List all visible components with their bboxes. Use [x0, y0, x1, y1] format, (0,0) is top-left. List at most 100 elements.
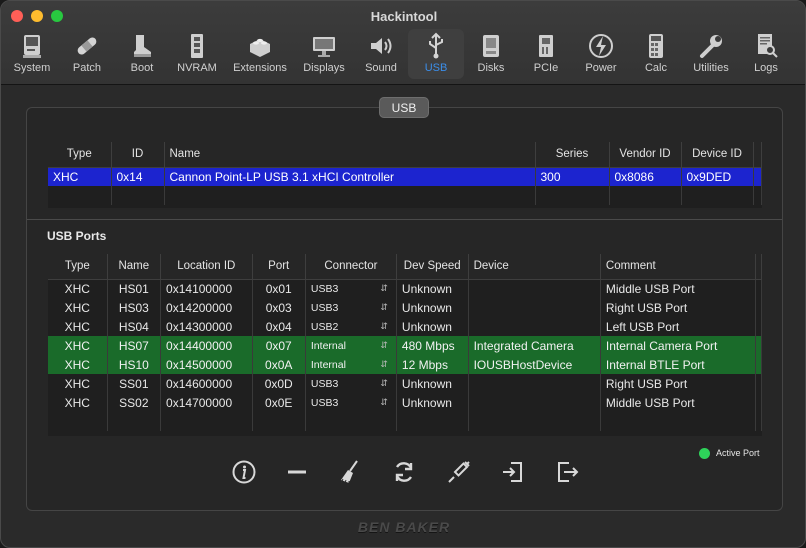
- col-name[interactable]: Name: [164, 142, 536, 168]
- inject-button[interactable]: [444, 459, 474, 489]
- col-connector[interactable]: Connector: [305, 254, 397, 280]
- speaker-icon: [353, 29, 409, 61]
- toolbar-item-power[interactable]: Power: [573, 29, 629, 79]
- cell-name: SS01: [107, 374, 162, 393]
- cell-dev-speed: Unknown: [396, 393, 469, 412]
- import-button[interactable]: [498, 459, 528, 489]
- cell-comment[interactable]: Middle USB Port: [600, 279, 757, 298]
- boot-icon: [114, 29, 170, 61]
- usb-ports-body: XHC HS01 0x14100000 0x01 USB3 ⇵ Unknown M…: [48, 279, 762, 431]
- connector-select[interactable]: Internal ⇵: [305, 336, 397, 355]
- toolbar-item-extensions[interactable]: Extensions: [230, 29, 290, 79]
- chevron-updown-icon: ⇵: [380, 339, 388, 350]
- usb-ports-heading: USB Ports: [47, 229, 107, 243]
- connector-value: USB2: [310, 320, 339, 333]
- table-row[interactable]: XHC 0x14 Cannon Point-LP USB 3.1 xHCI Co…: [48, 167, 762, 186]
- toolbar-item-logs[interactable]: Logs: [738, 29, 794, 79]
- toolbar-item-calc[interactable]: Calc: [628, 29, 684, 79]
- table-row[interactable]: XHC HS01 0x14100000 0x01 USB3 ⇵ Unknown M…: [48, 279, 762, 298]
- col-id[interactable]: ID: [111, 142, 165, 168]
- connector-select[interactable]: USB3 ⇵: [305, 279, 397, 298]
- info-button[interactable]: [229, 459, 259, 489]
- minus-icon: [284, 470, 310, 489]
- connector-select[interactable]: USB2 ⇵: [305, 317, 397, 336]
- toolbar-item-disks[interactable]: Disks: [463, 29, 519, 79]
- cell-device: Integrated Camera: [468, 336, 601, 355]
- table-row[interactable]: XHC HS04 0x14300000 0x04 USB2 ⇵ Unknown L…: [48, 317, 762, 336]
- toolbar-item-usb[interactable]: USB: [408, 29, 464, 79]
- connector-value: USB3: [310, 377, 339, 390]
- toolbar-item-system[interactable]: System: [4, 29, 60, 79]
- col-comment[interactable]: Comment: [600, 254, 757, 280]
- connector-select[interactable]: USB3 ⇵: [305, 374, 397, 393]
- cell-comment[interactable]: Right USB Port: [600, 374, 757, 393]
- chevron-updown-icon: ⇵: [380, 320, 388, 331]
- cell-device: [468, 393, 601, 412]
- col-port[interactable]: Port: [252, 254, 306, 280]
- toolbar-item-nvram[interactable]: NVRAM: [169, 29, 225, 79]
- table-header: Type ID Name Series Vendor ID Device ID: [48, 142, 762, 168]
- col-location-id[interactable]: Location ID: [160, 254, 253, 280]
- cell-comment[interactable]: Right USB Port: [600, 298, 757, 317]
- toolbar-item-patch[interactable]: Patch: [59, 29, 115, 79]
- toolbar-label-patch: Patch: [72, 62, 102, 74]
- segment-usb[interactable]: USB: [379, 97, 429, 118]
- table-row[interactable]: XHC HS03 0x14200000 0x03 USB3 ⇵ Unknown R…: [48, 298, 762, 317]
- toolbar-label-system: System: [13, 62, 51, 74]
- toolbar-label-power: Power: [585, 62, 617, 74]
- cell-device-id: 0x9DED: [681, 167, 754, 186]
- cell-comment[interactable]: Middle USB Port: [600, 393, 757, 412]
- col-device-id[interactable]: Device ID: [681, 142, 754, 168]
- cell-location-id: 0x14600000: [160, 374, 253, 393]
- toolbar-label-logs: Logs: [754, 62, 778, 74]
- col-dev-speed[interactable]: Dev Speed: [396, 254, 469, 280]
- remove-button[interactable]: [282, 459, 312, 489]
- refresh-button[interactable]: [389, 459, 419, 489]
- table-row[interactable]: XHC SS02 0x14700000 0x0E USB3 ⇵ Unknown M…: [48, 393, 762, 412]
- col-type[interactable]: Type: [48, 142, 112, 168]
- connector-value: USB3: [310, 301, 339, 314]
- titlebar: Hackintool System Patch Boot NVRAM Exten…: [1, 1, 805, 85]
- cell-name: HS04: [107, 317, 162, 336]
- toolbar-item-utilities[interactable]: Utilities: [683, 29, 739, 79]
- table-row-active[interactable]: XHC HS07 0x14400000 0x07 Internal ⇵ 480 M…: [48, 336, 762, 355]
- clear-button[interactable]: [335, 459, 365, 489]
- col-device[interactable]: Device: [468, 254, 601, 280]
- cell-comment[interactable]: Internal BTLE Port: [600, 355, 757, 374]
- toolbar-item-displays[interactable]: Displays: [296, 29, 352, 79]
- table-row-active[interactable]: XHC HS10 0x14500000 0x0A Internal ⇵ 12 Mb…: [48, 355, 762, 374]
- connector-select[interactable]: Internal ⇵: [305, 355, 397, 374]
- cell-port: 0x04: [252, 317, 306, 336]
- toolbar-item-sound[interactable]: Sound: [353, 29, 409, 79]
- col-type[interactable]: Type: [48, 254, 108, 280]
- toolbar-label-nvram: NVRAM: [177, 62, 217, 74]
- cell-comment[interactable]: Internal Camera Port: [600, 336, 757, 355]
- cell-location-id: 0x14200000: [160, 298, 253, 317]
- col-series[interactable]: Series: [535, 142, 610, 168]
- calculator-icon: [628, 29, 684, 61]
- lightning-icon: [573, 29, 629, 61]
- cell-location-id: 0x14100000: [160, 279, 253, 298]
- chevron-updown-icon: ⇵: [380, 396, 388, 407]
- export-button[interactable]: [552, 459, 582, 489]
- col-name[interactable]: Name: [107, 254, 162, 280]
- syringe-icon: [446, 461, 472, 489]
- monitor-icon: [296, 29, 352, 61]
- cell-comment[interactable]: Left USB Port: [600, 317, 757, 336]
- table-row[interactable]: XHC SS01 0x14600000 0x0D USB3 ⇵ Unknown R…: [48, 374, 762, 393]
- usb-ports-table: Type Name Location ID Port Connector Dev…: [48, 254, 762, 436]
- cell-port: 0x0A: [252, 355, 306, 374]
- cell-port: 0x0E: [252, 393, 306, 412]
- log-search-icon: [738, 29, 794, 61]
- active-port-dot: [699, 448, 710, 460]
- refresh-icon: [391, 462, 417, 489]
- section-divider: [27, 219, 782, 220]
- connector-select[interactable]: USB3 ⇵: [305, 393, 397, 412]
- connector-select[interactable]: USB3 ⇵: [305, 298, 397, 317]
- cell-port: 0x0D: [252, 374, 306, 393]
- col-vendor-id[interactable]: Vendor ID: [609, 142, 682, 168]
- info-icon: [231, 460, 257, 489]
- toolbar-label-disks: Disks: [477, 62, 505, 74]
- toolbar-item-boot[interactable]: Boot: [114, 29, 170, 79]
- toolbar-item-pcie[interactable]: PCIe: [518, 29, 574, 79]
